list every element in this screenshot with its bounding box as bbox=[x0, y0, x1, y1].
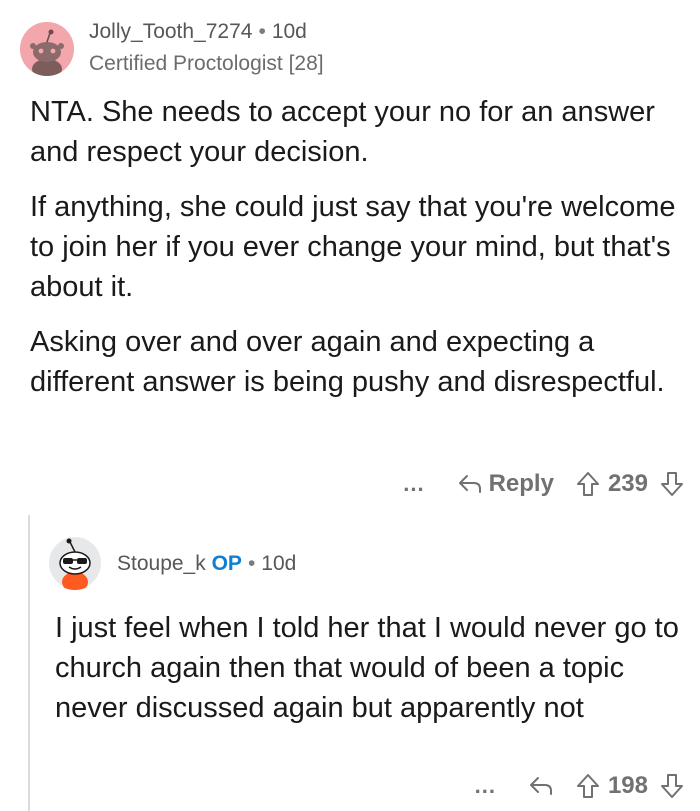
username-link[interactable]: Stoupe_k bbox=[117, 552, 206, 575]
comment-meta: Stoupe_k OP • 10d bbox=[117, 552, 296, 576]
comment-age: 10d bbox=[261, 552, 297, 575]
comment-actions: ... 198 bbox=[475, 772, 684, 800]
more-options-button[interactable]: ... bbox=[475, 773, 496, 799]
comment-body: NTA. She needs to accept your no for an … bbox=[30, 92, 680, 417]
comment-paragraph: I just feel when I told her that I would… bbox=[55, 612, 679, 724]
vote-score: 239 bbox=[607, 470, 648, 497]
comment-age: 10d bbox=[271, 20, 307, 43]
more-options-button[interactable]: ... bbox=[403, 471, 424, 497]
op-badge: OP bbox=[211, 552, 242, 575]
user-flair: Certified Proctologist [28] bbox=[89, 52, 324, 75]
thread-line[interactable] bbox=[28, 515, 30, 811]
upvote-icon[interactable] bbox=[576, 773, 600, 799]
reply-label: Reply bbox=[488, 470, 554, 497]
avatar[interactable] bbox=[20, 22, 74, 76]
downvote-icon[interactable] bbox=[660, 773, 684, 799]
avatar[interactable] bbox=[48, 536, 102, 590]
separator-dot: • bbox=[258, 20, 266, 43]
reply-button[interactable]: Reply bbox=[457, 470, 554, 498]
vote-controls: 198 bbox=[576, 772, 684, 800]
separator-dot: • bbox=[247, 552, 256, 575]
comment-1: Jolly_Tooth_7274 • 10d Certified Proctolog… bbox=[0, 0, 700, 508]
comment-paragraph: If anything, she could just say that you… bbox=[30, 191, 676, 303]
username-link[interactable]: Jolly_Tooth_7274 bbox=[89, 20, 252, 43]
reply-arrow-icon bbox=[458, 475, 481, 493]
reply-arrow-icon bbox=[529, 777, 552, 795]
comment-paragraph: NTA. She needs to accept your no for an … bbox=[30, 96, 655, 168]
upvote-icon[interactable] bbox=[576, 471, 600, 497]
comment-meta: Jolly_Tooth_7274 • 10d bbox=[89, 20, 307, 44]
vote-controls: 239 bbox=[576, 470, 684, 498]
downvote-icon[interactable] bbox=[660, 471, 684, 497]
reply-button[interactable] bbox=[528, 775, 554, 797]
snoo-avatar-icon bbox=[49, 537, 101, 590]
snoo-avatar-icon bbox=[20, 22, 74, 76]
vote-score: 198 bbox=[607, 772, 648, 799]
comment-body: I just feel when I told her that I would… bbox=[55, 608, 685, 728]
comment-actions: ... Reply 239 bbox=[403, 470, 684, 498]
comment-paragraph: Asking over and over again and expecting… bbox=[30, 326, 665, 398]
